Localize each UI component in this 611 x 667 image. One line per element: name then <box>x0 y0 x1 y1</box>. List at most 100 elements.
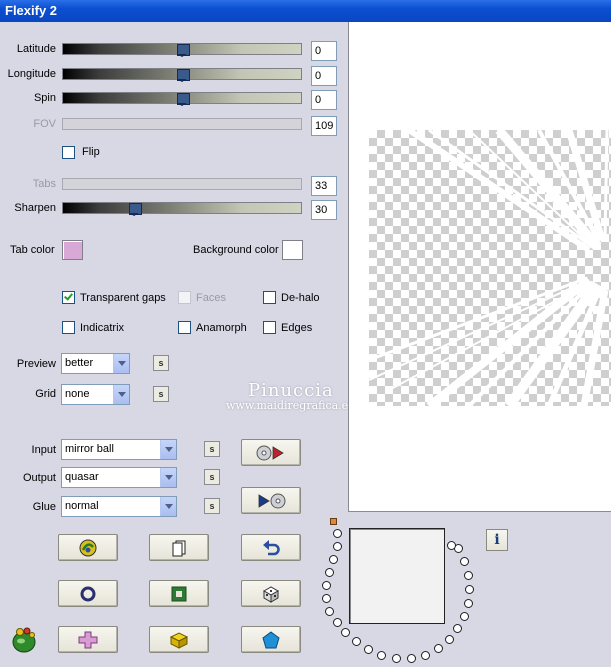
anamorph-checkbox[interactable] <box>178 321 191 334</box>
ring-dot[interactable] <box>453 624 462 633</box>
chevron-down-icon[interactable] <box>160 440 176 459</box>
square-button[interactable] <box>149 580 209 607</box>
flip-label: Flip <box>82 146 100 158</box>
longitude-value[interactable]: 0 <box>311 66 337 86</box>
chevron-down-icon[interactable] <box>113 354 129 373</box>
edges-label: Edges <box>281 322 313 334</box>
indicatrix-checkbox[interactable] <box>62 321 75 334</box>
ring-dot[interactable] <box>325 568 334 577</box>
ring-dot[interactable] <box>392 654 401 663</box>
window-title: Flexify 2 <box>5 3 58 18</box>
ring-dot[interactable] <box>352 637 361 646</box>
ring-dot[interactable] <box>465 585 474 594</box>
longitude-slider[interactable] <box>62 67 302 82</box>
ring-dot[interactable] <box>445 635 454 644</box>
randomize-icon <box>79 539 97 556</box>
ring-dot[interactable] <box>447 541 456 550</box>
play-forward-button[interactable] <box>241 439 301 466</box>
undo-button[interactable] <box>241 534 301 561</box>
sharpen-value[interactable]: 30 <box>311 200 337 220</box>
ring-dot[interactable] <box>460 557 469 566</box>
title-bar: Flexify 2 <box>0 0 611 22</box>
sharpen-slider[interactable] <box>62 201 302 216</box>
tabs-slider <box>62 178 302 190</box>
copy-button[interactable] <box>149 534 209 561</box>
output-label: Output <box>22 472 56 484</box>
glue-s-button[interactable]: s <box>204 498 220 514</box>
input-s-button[interactable]: s <box>204 441 220 457</box>
grid-s-button[interactable]: s <box>153 386 169 402</box>
info-button[interactable]: i <box>486 529 508 551</box>
ring-dot[interactable] <box>407 654 416 663</box>
randomize-button[interactable] <box>58 534 118 561</box>
transparent-gaps-checkbox[interactable] <box>62 291 75 304</box>
ring-dot[interactable] <box>421 651 430 660</box>
edges-checkbox[interactable] <box>263 321 276 334</box>
play-reverse-icon <box>258 493 286 508</box>
background-color-swatch[interactable] <box>282 240 303 260</box>
info-icon: i <box>494 532 500 548</box>
longitude-label: Longitude <box>7 68 56 80</box>
glue-select[interactable]: normal <box>61 496 177 517</box>
copy-icon <box>172 540 186 556</box>
output-s-button[interactable]: s <box>204 469 220 485</box>
ring-dot[interactable] <box>333 529 342 538</box>
faces-checkbox <box>178 291 191 304</box>
latitude-value[interactable]: 0 <box>311 41 337 61</box>
chevron-down-icon[interactable] <box>160 468 176 487</box>
longitude-thumb[interactable] <box>177 67 190 82</box>
chevron-down-icon[interactable] <box>113 385 129 404</box>
ring-dot[interactable] <box>464 599 473 608</box>
flip-checkbox[interactable] <box>62 146 75 159</box>
ring-start-marker[interactable] <box>330 518 337 525</box>
preview-canvas[interactable] <box>348 22 611 512</box>
play-forward-icon <box>256 445 284 460</box>
preview-label: Preview <box>16 358 56 370</box>
spin-value[interactable]: 0 <box>311 90 337 110</box>
cube-icon <box>169 631 189 649</box>
glue-label: Glue <box>32 501 56 513</box>
pentagon-button[interactable] <box>241 626 301 653</box>
anamorph-label: Anamorph <box>196 322 247 334</box>
fov-label: FOV <box>33 118 56 130</box>
grid-select[interactable]: none <box>61 384 130 405</box>
tab-color-swatch[interactable] <box>62 240 83 260</box>
ring-dot[interactable] <box>322 581 331 590</box>
preview-s-button[interactable]: s <box>153 355 169 371</box>
checkmark-icon <box>64 291 73 301</box>
thumbnail-preview[interactable] <box>349 528 445 624</box>
fov-value: 109 <box>311 116 337 136</box>
chevron-down-icon[interactable] <box>160 497 176 516</box>
ring-dot[interactable] <box>333 618 342 627</box>
play-reverse-button[interactable] <box>241 487 301 514</box>
dice-button[interactable] <box>241 580 301 607</box>
tab-color-label: Tab color <box>10 244 55 256</box>
grid-select-value: none <box>65 388 90 400</box>
ring-dot[interactable] <box>434 644 443 653</box>
de-halo-checkbox[interactable] <box>263 291 276 304</box>
ring-dot[interactable] <box>460 612 469 621</box>
sharpen-thumb[interactable] <box>129 201 143 216</box>
plus-button[interactable] <box>58 626 118 653</box>
tabs-label: Tabs <box>32 178 56 190</box>
spin-thumb[interactable] <box>177 91 190 106</box>
ring-dot[interactable] <box>341 628 350 637</box>
latitude-thumb[interactable] <box>177 42 190 57</box>
ring-dot[interactable] <box>329 555 338 564</box>
circle-button[interactable] <box>58 580 118 607</box>
ring-dot[interactable] <box>377 651 386 660</box>
output-select[interactable]: quasar <box>61 467 177 488</box>
ring-dot[interactable] <box>333 542 342 551</box>
ring-dot[interactable] <box>325 607 334 616</box>
spin-slider[interactable] <box>62 91 302 106</box>
preview-select[interactable]: better <box>61 353 130 374</box>
latitude-slider[interactable] <box>62 42 302 57</box>
input-select[interactable]: mirror ball <box>61 439 177 460</box>
ring-dot[interactable] <box>364 645 373 654</box>
square-icon <box>171 586 187 601</box>
ring-dot[interactable] <box>464 571 473 580</box>
pentagon-icon <box>262 630 280 648</box>
ring-dot[interactable] <box>322 594 331 603</box>
cube-button[interactable] <box>149 626 209 653</box>
de-halo-label: De-halo <box>281 292 320 304</box>
